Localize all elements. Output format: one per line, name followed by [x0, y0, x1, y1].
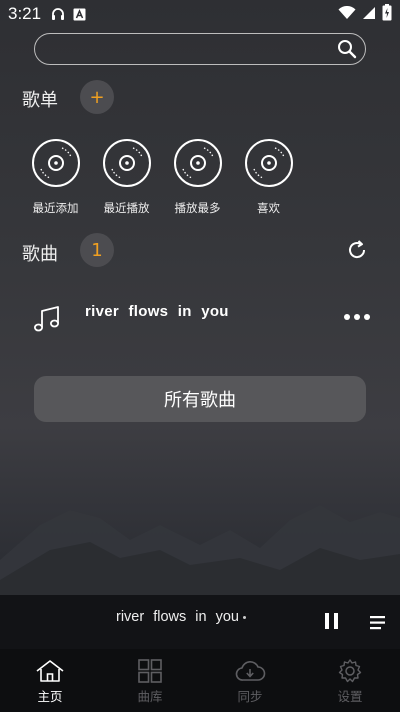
nav-home[interactable]: 主页 — [0, 649, 100, 712]
cloud-download-icon — [235, 661, 266, 681]
wifi-icon — [338, 5, 356, 24]
music-note-icon — [32, 304, 62, 338]
signal-icon — [362, 5, 376, 24]
playlist-label: 最近播放 — [103, 201, 150, 215]
nav-sync[interactable]: 同步 — [200, 649, 300, 712]
playlist-item-recently-added[interactable]: 最近添加 — [20, 138, 91, 216]
now-playing-bar[interactable]: river flows in you — [0, 595, 400, 649]
all-songs-button[interactable]: 所有歌曲 — [34, 376, 366, 422]
a-icon — [73, 8, 86, 21]
playlists-title: 歌单 — [22, 90, 58, 111]
refresh-icon[interactable] — [345, 238, 369, 266]
add-playlist-button[interactable]: + — [80, 80, 114, 114]
search-input[interactable] — [35, 34, 325, 64]
playlist-item-most-played[interactable]: 播放最多 — [162, 138, 233, 216]
status-time: 3:21 — [8, 4, 42, 23]
title-scroll-dot — [242, 615, 246, 619]
playlist-label: 播放最多 — [174, 201, 221, 215]
nav-library[interactable]: 曲库 — [100, 649, 200, 712]
now-playing-title-text: river flows in you — [116, 609, 239, 625]
battery-charging-icon — [382, 3, 392, 25]
grid-icon — [138, 659, 162, 683]
nav-label: 主页 — [37, 689, 63, 704]
bottom-nav: 主页 曲库 同步 设置 — [0, 649, 400, 712]
nav-label: 同步 — [237, 689, 263, 704]
playlist-item-recently-played[interactable]: 最近播放 — [91, 138, 162, 216]
home-icon — [36, 660, 64, 682]
now-playing-title: river flows in you — [116, 609, 246, 625]
song-title: river flows in you — [85, 303, 229, 320]
gear-icon — [338, 659, 362, 683]
search-icon[interactable] — [337, 39, 357, 63]
song-row[interactable]: river flows in you — [0, 296, 400, 348]
disc-icon — [31, 139, 80, 187]
disc-icon — [244, 139, 293, 187]
pause-icon[interactable] — [325, 613, 338, 629]
disc-icon — [173, 139, 222, 187]
songs-title: 歌曲 — [22, 244, 58, 265]
nav-label: 设置 — [337, 689, 363, 704]
playlist-item-favorites[interactable]: 喜欢 — [233, 138, 304, 216]
status-bar: 3:21 — [0, 0, 400, 28]
more-options-icon[interactable] — [344, 314, 370, 320]
playlist-queue-icon[interactable] — [370, 615, 386, 634]
nav-label: 曲库 — [137, 689, 163, 704]
playlist-grid: 最近添加 最近播放 播放最多 喜欢 — [20, 138, 304, 216]
search-bar[interactable] — [34, 33, 366, 65]
disc-icon — [102, 139, 151, 187]
playlist-label: 最近添加 — [32, 201, 79, 215]
song-count-badge: 1 — [80, 233, 114, 267]
headphones-icon — [51, 7, 65, 21]
playlist-label: 喜欢 — [257, 201, 280, 215]
background-mountains — [0, 505, 400, 600]
nav-settings[interactable]: 设置 — [300, 649, 400, 712]
